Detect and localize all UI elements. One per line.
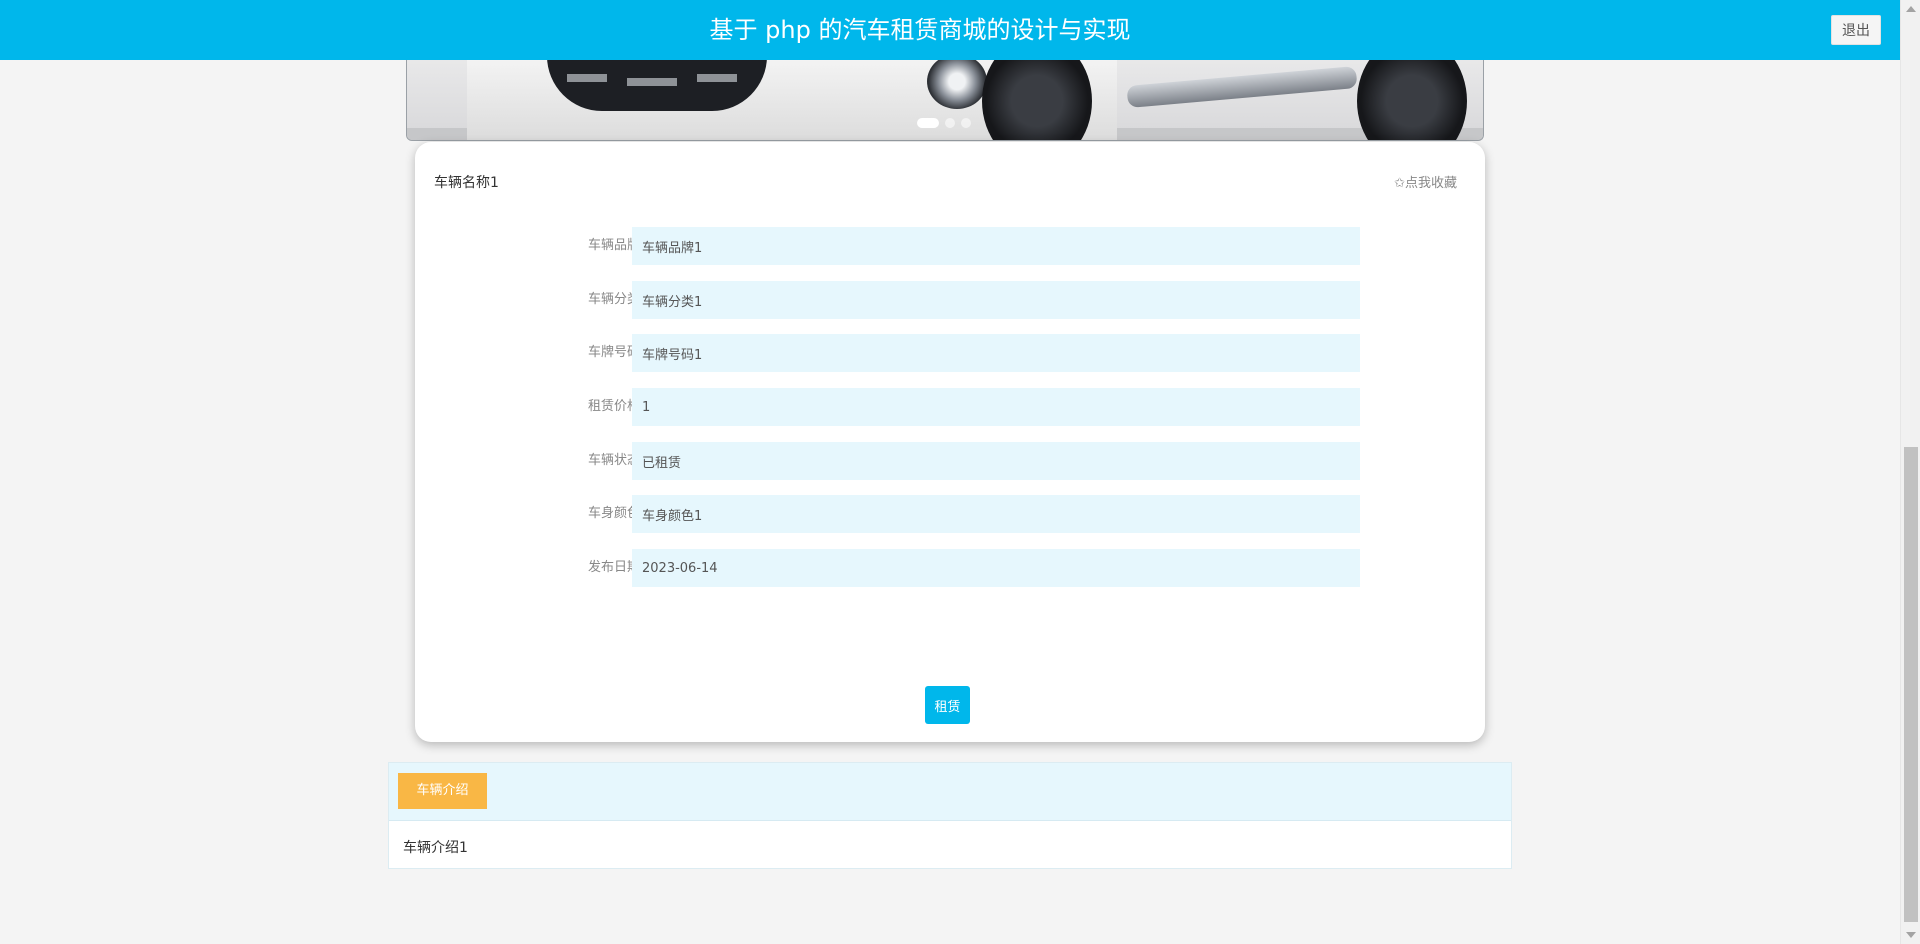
field-brand: 车辆品牌 [415,227,1485,265]
rental-price-field[interactable] [632,388,1360,426]
field-price: 租赁价格 [415,388,1485,426]
field-plate: 车牌号码 [415,334,1485,372]
plate-number-field[interactable] [632,334,1360,372]
favorite-label: ✩点我收藏 [1394,176,1457,191]
carousel-dot[interactable] [961,118,971,128]
carousel-dot[interactable] [917,118,939,128]
carousel-dot[interactable] [945,118,955,128]
top-bar: 基于 php 的汽车租赁商城的设计与实现 退出 [0,0,1900,60]
field-label: 车身颜色 [587,506,640,521]
field-category: 车辆分类 [415,281,1485,319]
car-grille [547,56,767,111]
car-wheel-rear [1357,56,1467,140]
rent-button[interactable]: 租赁 [925,686,970,724]
field-date: 发布日期 [415,549,1485,587]
body-color-field[interactable] [632,495,1360,533]
field-label: 租赁价格 [587,399,640,414]
page-scrollbar[interactable] [1900,0,1920,944]
vehicle-intro-section: 车辆介绍 车辆介绍1 [388,762,1512,869]
vehicle-detail-card: 车辆名称1 ✩点我收藏 车辆品牌 车辆分类 车牌号码 租赁价格 车辆状态 车身颜… [415,142,1485,742]
image-carousel[interactable] [406,56,1484,141]
intro-tab-bar: 车辆介绍 [389,763,1511,821]
tab-vehicle-intro[interactable]: 车辆介绍 [398,773,487,809]
carousel-indicators [917,118,971,128]
intro-content: 车辆介绍1 [403,840,468,856]
brand-field[interactable] [632,227,1360,265]
category-field[interactable] [632,281,1360,319]
scroll-up-icon[interactable] [1906,6,1916,12]
field-label: 车辆分类 [587,292,640,307]
car-side-skirt [1126,66,1358,108]
field-label: 车辆品牌 [587,238,640,253]
field-label: 发布日期 [587,560,640,575]
car-fog-light [927,56,987,109]
field-color: 车身颜色 [415,495,1485,533]
car-wheel-front [982,56,1092,140]
field-label: 车牌号码 [587,345,640,360]
scroll-thumb[interactable] [1904,447,1918,922]
vehicle-name: 车辆名称1 [434,175,499,191]
field-status: 车辆状态 [415,442,1485,480]
field-label: 车辆状态 [587,453,640,468]
favorite-link[interactable]: ✩点我收藏 [1394,172,1457,191]
publish-date-field[interactable] [632,549,1360,587]
logout-button[interactable]: 退出 [1831,15,1881,45]
status-field[interactable] [632,442,1360,480]
scroll-down-icon[interactable] [1906,932,1916,938]
site-title: 基于 php 的汽车租赁商城的设计与实现 [709,16,1131,44]
